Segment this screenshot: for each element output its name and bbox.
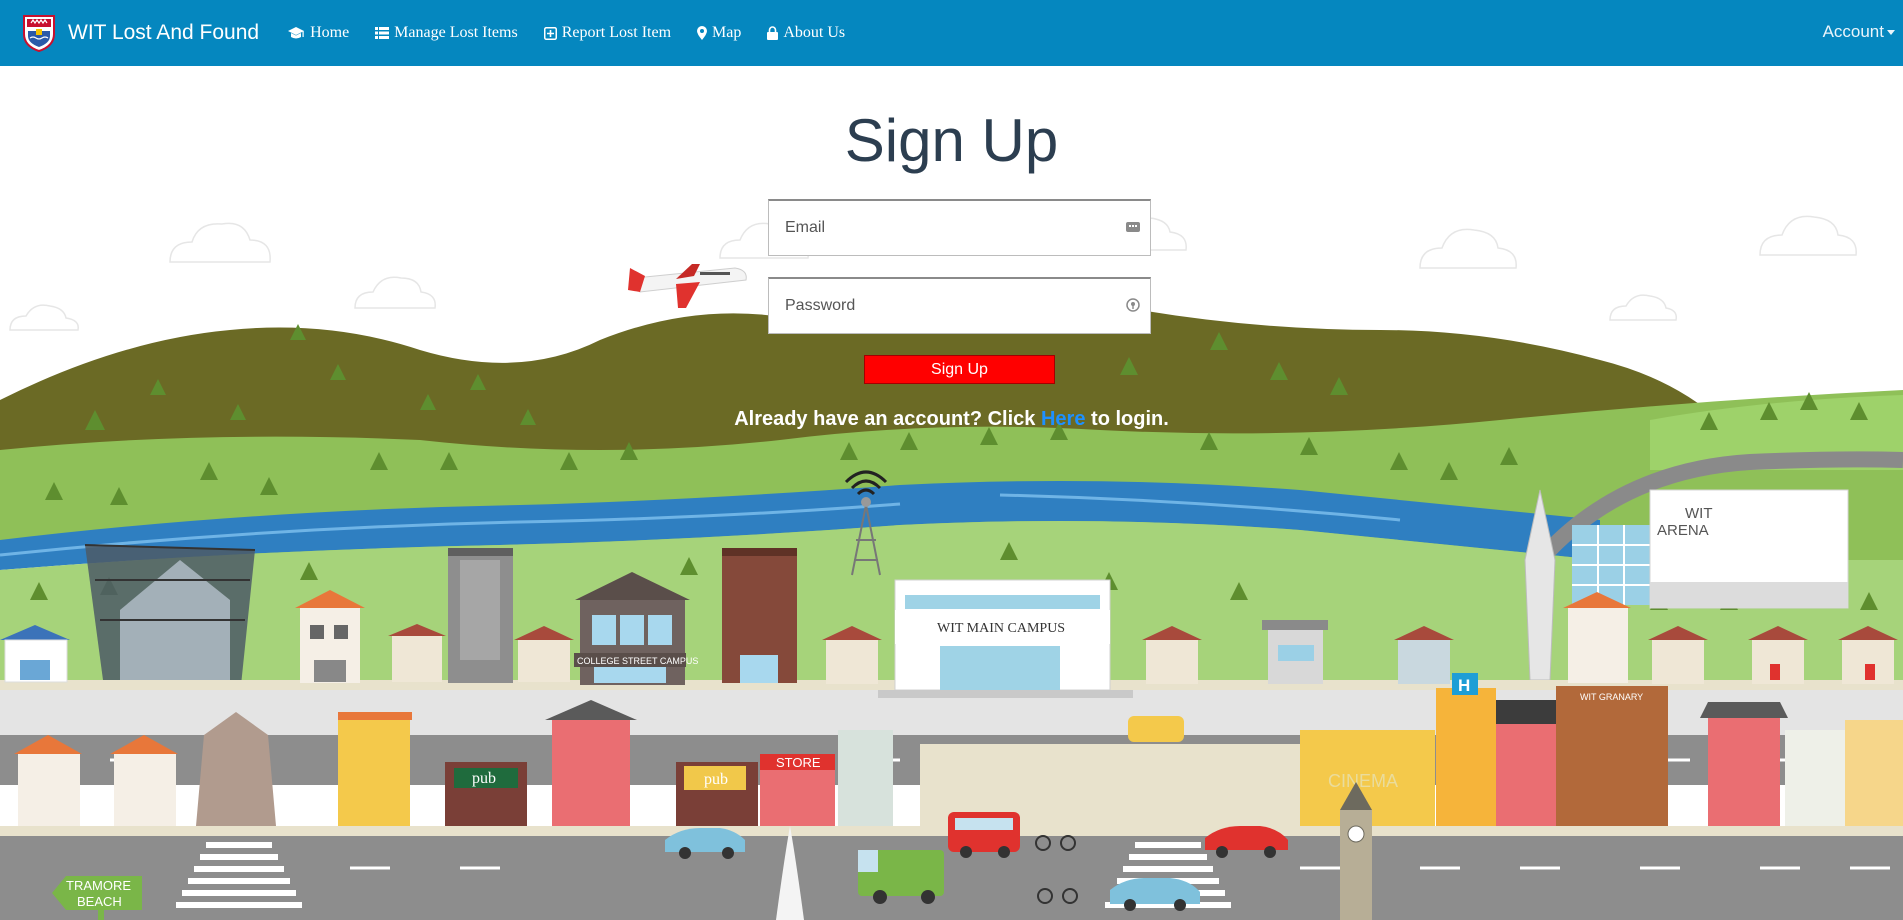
nav-report-lost-item[interactable]: Report Lost Item (543, 24, 672, 42)
svg-text:ARENA: ARENA (1657, 522, 1709, 539)
login-suffix: to login. (1091, 408, 1169, 430)
email-input[interactable] (769, 201, 1115, 255)
navbar: WIT Lost And Found Home Manage Lost Item… (0, 0, 1903, 66)
svg-text:pub: pub (472, 770, 496, 787)
brand-title: WIT Lost And Found (68, 21, 260, 44)
brand[interactable]: WIT Lost And Found (22, 14, 259, 52)
autofill-keyboard-icon[interactable] (1126, 220, 1140, 234)
svg-text:BEACH: BEACH (77, 894, 122, 909)
login-prompt: Already have an account? Click Here to l… (0, 408, 1903, 431)
svg-text:CINEMA: CINEMA (1328, 771, 1398, 791)
login-link[interactable]: Here (1041, 408, 1085, 430)
lock-icon (767, 26, 779, 40)
account-label: Account (1822, 22, 1884, 41)
svg-text:COLLEGE STREET CAMPUS: COLLEGE STREET CAMPUS (577, 656, 698, 666)
nav-about-label: About Us (783, 24, 846, 41)
city-scene-illustration: WIT ARENA COLLEGE STREET CAMPUS WIT MAIN… (0, 215, 1903, 920)
svg-text:STORE: STORE (776, 755, 821, 770)
nav-map-label: Map (712, 24, 742, 41)
caret-down-icon (1887, 29, 1895, 35)
graduation-cap-icon (288, 27, 305, 39)
nav-links: Home Manage Lost Items Report Lost Item … (287, 24, 871, 42)
nav-about-us[interactable]: About Us (767, 24, 845, 42)
list-icon (375, 27, 390, 39)
nav-home-label: Home (310, 24, 350, 41)
svg-text:WIT MAIN CAMPUS: WIT MAIN CAMPUS (937, 621, 1065, 636)
nav-home[interactable]: Home (287, 24, 349, 42)
svg-text:WIT: WIT (1685, 505, 1713, 522)
map-marker-icon (697, 26, 708, 40)
account-dropdown[interactable]: Account (1823, 22, 1895, 42)
svg-text:pub: pub (704, 771, 728, 788)
password-input[interactable] (769, 279, 1115, 333)
svg-text:TRAMORE: TRAMORE (66, 878, 131, 893)
sign-up-button[interactable]: Sign Up (864, 355, 1055, 384)
svg-text:H: H (1458, 676, 1470, 695)
password-field[interactable] (768, 277, 1151, 334)
nav-manage-label: Manage Lost Items (394, 24, 518, 41)
wit-crest-logo (23, 15, 55, 52)
airplane (628, 264, 747, 308)
email-field[interactable] (768, 199, 1151, 256)
stadium (84, 544, 256, 698)
password-key-icon[interactable] (1126, 298, 1140, 312)
plus-square-icon (543, 26, 557, 40)
clock-tower (1340, 782, 1372, 920)
nav-manage-lost-items[interactable]: Manage Lost Items (375, 24, 518, 42)
svg-text:WIT GRANARY: WIT GRANARY (1580, 692, 1643, 702)
nav-report-label: Report Lost Item (561, 24, 672, 41)
login-prefix: Already have an account? Click (734, 408, 1036, 430)
page-title: Sign Up (844, 107, 1059, 174)
nav-map[interactable]: Map (697, 24, 741, 42)
